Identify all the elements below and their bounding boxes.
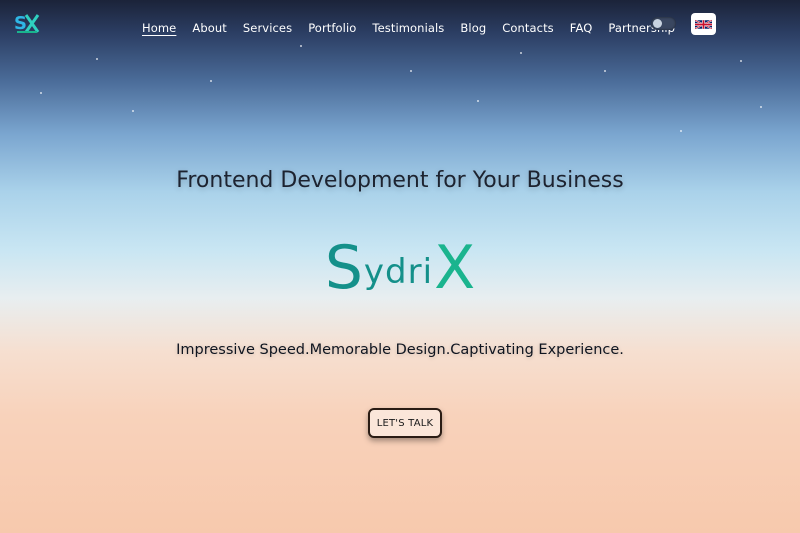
hero-tagline: Impressive Speed.Memorable Design.Captiv… <box>176 342 624 358</box>
brand-wordmark: S ydri X <box>0 228 800 298</box>
theme-toggle[interactable] <box>651 17 676 30</box>
lets-talk-button[interactable]: LET'S TALK <box>368 408 442 438</box>
nav-blog[interactable]: Blog <box>460 21 486 35</box>
nav-testimonials[interactable]: Testimonials <box>372 21 444 35</box>
toggle-knob <box>653 19 662 28</box>
uk-flag-icon <box>695 18 712 30</box>
nav-portfolio[interactable]: Portfolio <box>308 21 356 35</box>
sx-logo-icon[interactable]: S <box>14 10 40 36</box>
nav-services[interactable]: Services <box>243 21 292 35</box>
top-nav: S Home About Services Portfolio Testimon… <box>0 0 800 56</box>
nav-about[interactable]: About <box>192 21 227 35</box>
nav-home[interactable]: Home <box>142 21 176 35</box>
brand-middle: ydri <box>363 252 434 292</box>
brand-letter-s: S <box>324 233 363 303</box>
nav-faq[interactable]: FAQ <box>570 21 593 35</box>
nav-contacts[interactable]: Contacts <box>502 21 554 35</box>
language-switcher[interactable] <box>691 13 716 35</box>
brand-letter-x: X <box>434 233 476 303</box>
hero-headline: Frontend Development for Your Business <box>176 168 624 193</box>
main-menu: Home About Services Portfolio Testimonia… <box>142 21 691 35</box>
